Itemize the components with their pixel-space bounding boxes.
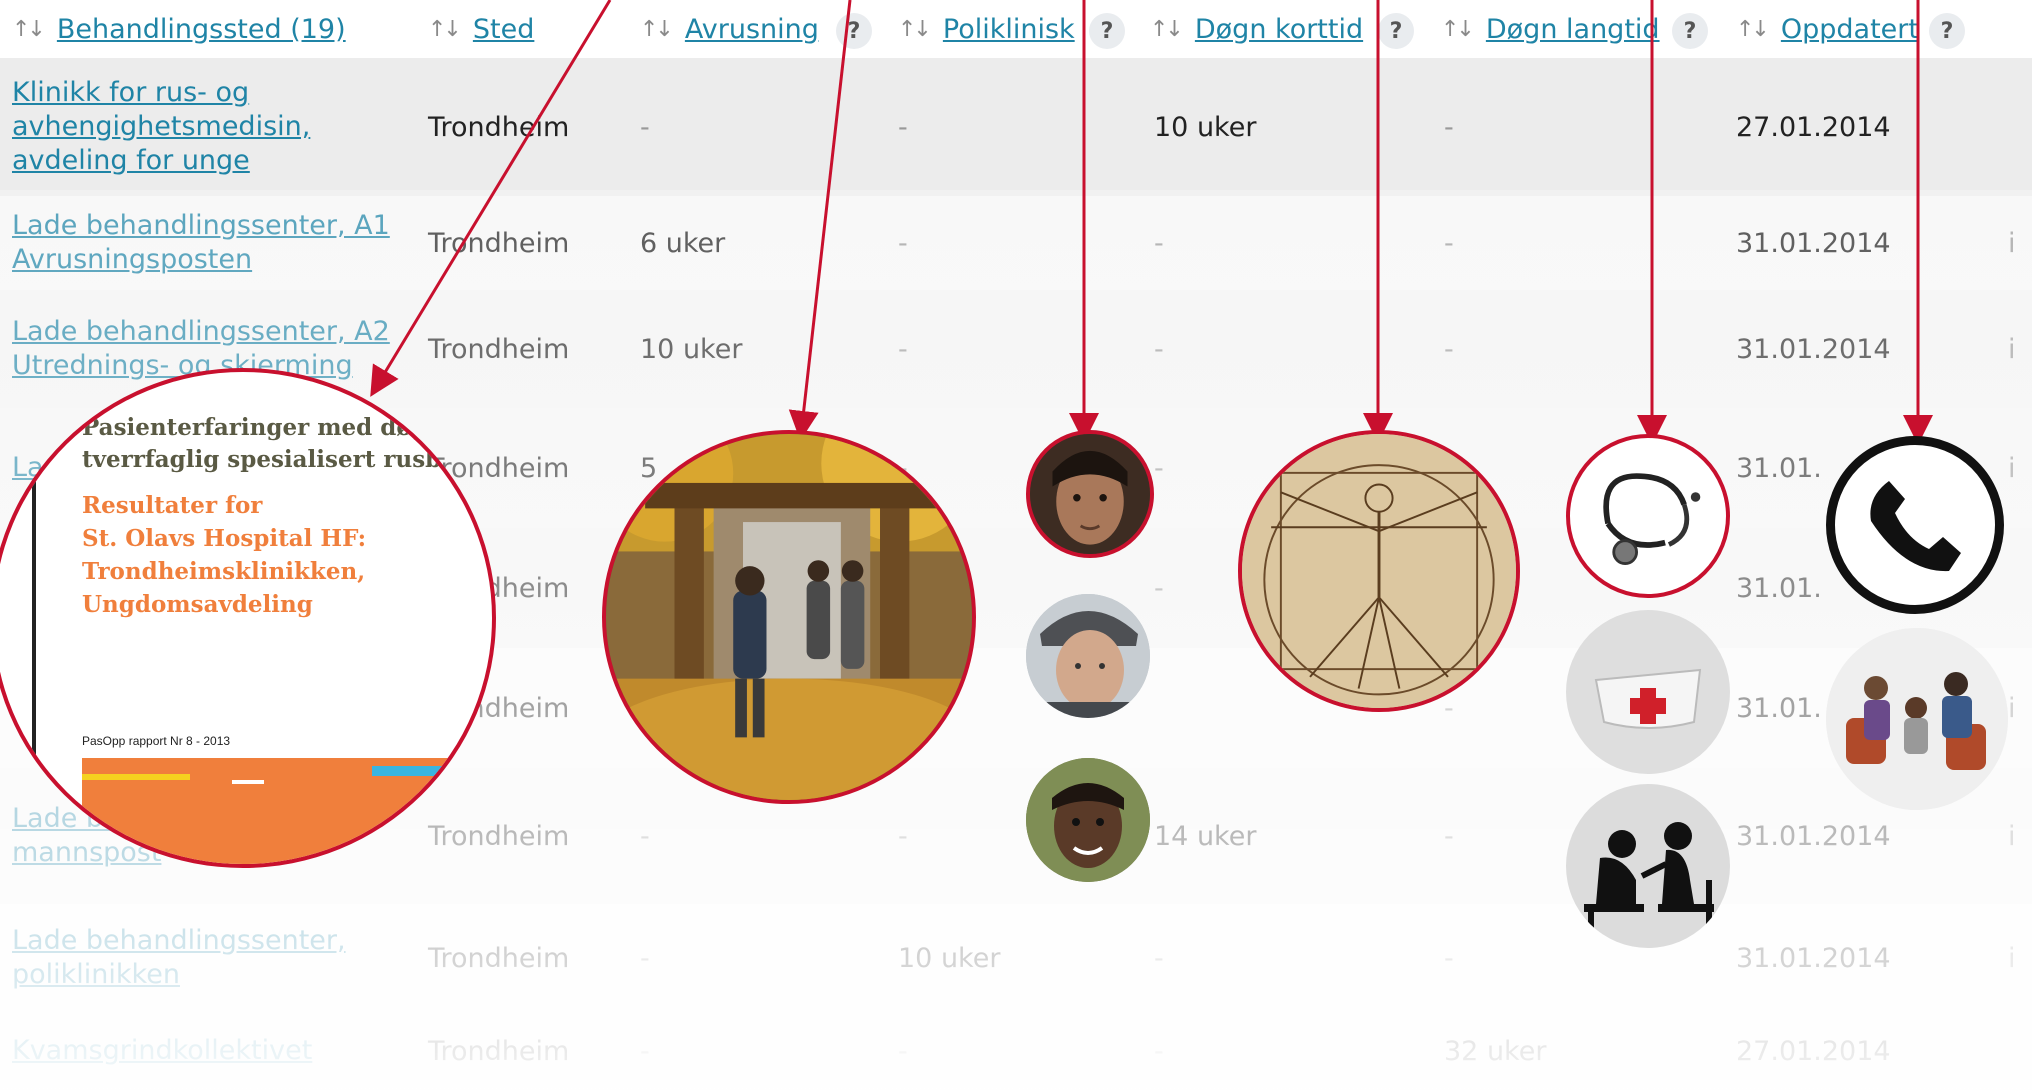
cover-subtitle-2: St. Olavs Hospital HF: xyxy=(82,525,367,552)
nurse-cap-icon xyxy=(1566,610,1730,774)
callout-line-courtyard xyxy=(788,0,852,441)
woman-photo xyxy=(1026,758,1150,882)
young-man-photo xyxy=(1026,430,1154,558)
callout-line-report xyxy=(370,0,612,397)
cover-series: PasOpp rapport Nr 8 - 2013 xyxy=(82,734,231,748)
cover-orange-band xyxy=(82,758,492,864)
infographic: Klinikk for rus- og avhengighetsmedisin,… xyxy=(0,0,2032,1090)
cover-subtitle-3: Trondheimsklinikken, xyxy=(82,558,366,585)
old-man-photo xyxy=(1026,594,1150,718)
cover-margin-line xyxy=(32,452,36,812)
cover-title-2: tverrfaglig spesialisert rusbeh xyxy=(82,446,473,473)
courtyard-illustration xyxy=(606,434,972,800)
cover-subtitle-4: Ungdomsavdeling xyxy=(82,591,313,618)
cover-title-1: Pasienterfaringer med døgn xyxy=(82,414,445,441)
courtyard-photo xyxy=(602,430,976,804)
stethoscope-icon xyxy=(1566,434,1730,598)
phone-icon xyxy=(1826,436,2004,614)
counseling-silhouette-icon xyxy=(1566,784,1730,948)
cover-subtitle-1: Resultater for xyxy=(82,492,263,519)
vitruvian-man-drawing xyxy=(1238,430,1520,712)
report-cover-circle: Pasienterfaringer med døgn tverrfaglig s… xyxy=(0,368,496,868)
group-therapy-photo xyxy=(1826,628,2008,810)
